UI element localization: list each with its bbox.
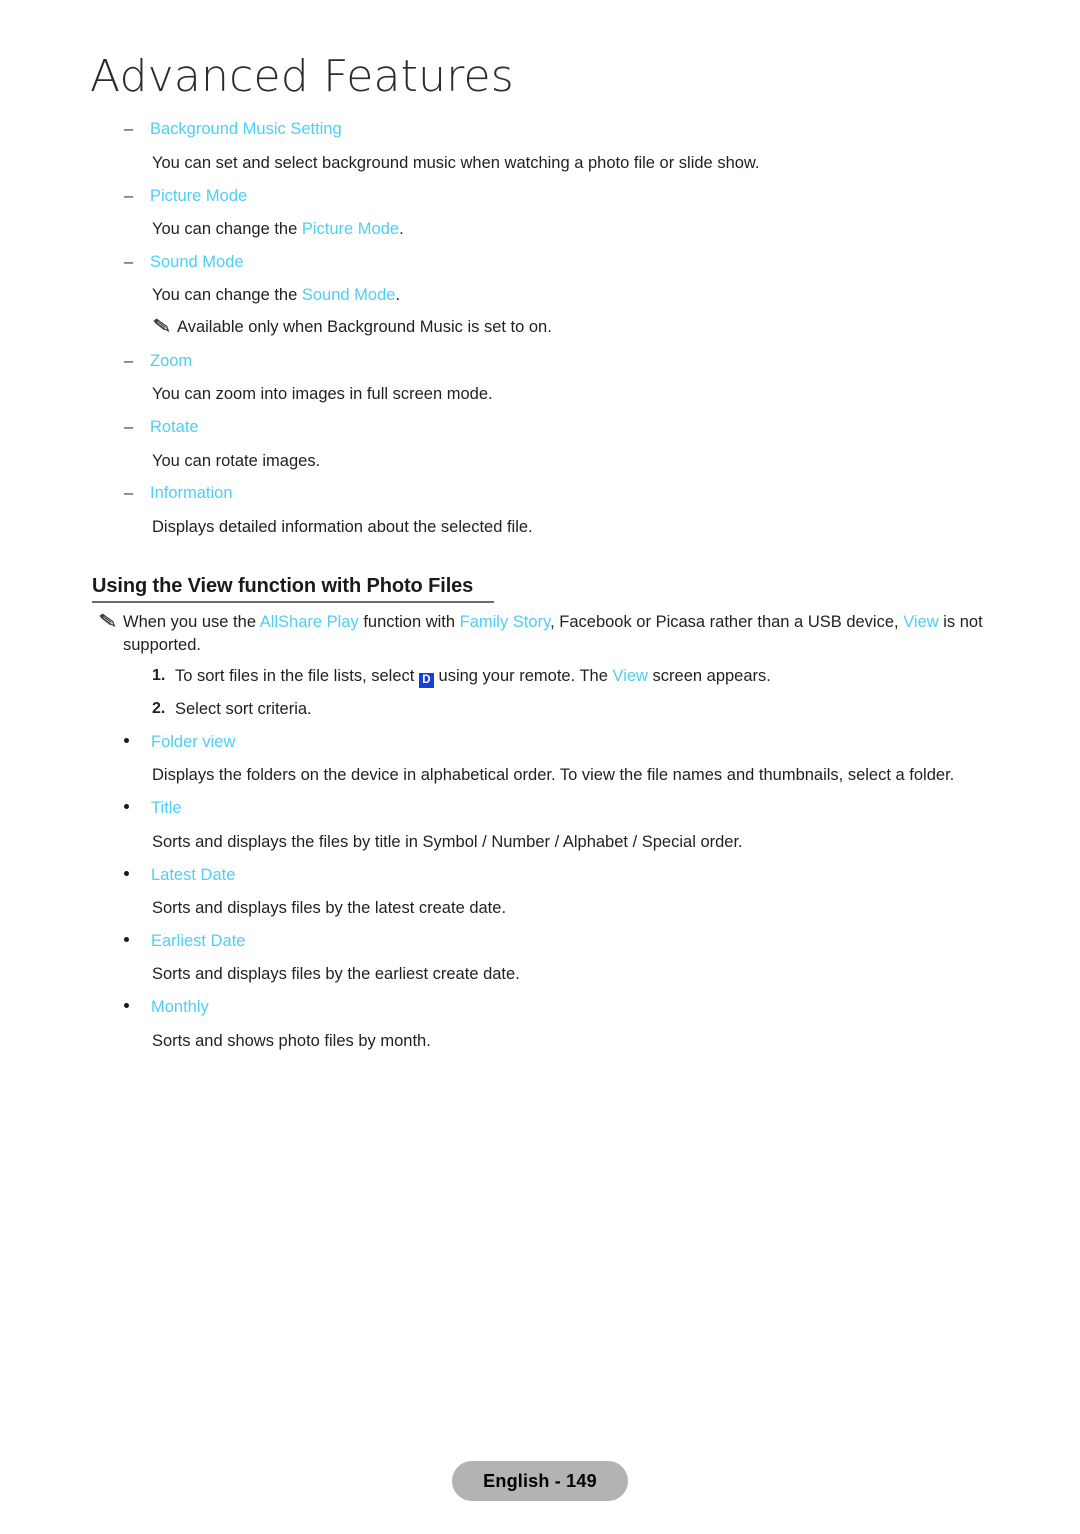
note-text: Available only when Background Music is … — [177, 318, 552, 336]
description-text: You can set and select background music … — [152, 154, 760, 172]
option-label: Sound Mode — [150, 253, 244, 271]
option-description: You can rotate images. — [152, 450, 320, 472]
description-term: Picture Mode — [301, 220, 400, 238]
bullet-dot-icon — [124, 937, 129, 942]
description-text: Sorts and displays files by the earliest… — [152, 965, 520, 983]
step-text: Select sort criteria. — [175, 698, 312, 720]
section-heading-divider — [92, 601, 494, 603]
description-text-after: . — [395, 286, 401, 304]
note-view-function: When you use the AllShare Play function … — [98, 611, 998, 657]
bullet-dot-icon — [124, 738, 129, 743]
sort-option-label: Folder view — [151, 733, 236, 751]
note-term-allshare-play: AllShare Play — [259, 613, 359, 631]
step-number: 1. — [152, 667, 166, 684]
note-sound-mode: Available only when Background Music is … — [152, 316, 852, 339]
step-text-middle: using your remote. The — [433, 667, 613, 685]
note-part-3: , Facebook or Picasa rather than a USB d… — [550, 613, 904, 631]
step-text-before: Select sort criteria. — [175, 700, 312, 718]
sort-option-description: Sorts and displays the files by title in… — [152, 831, 743, 853]
dash-bullet-icon: – — [124, 253, 134, 271]
description-text: Sorts and displays files by the latest c… — [152, 899, 507, 917]
note-part-2: function with — [358, 613, 460, 631]
sort-option-description: Sorts and displays files by the latest c… — [152, 897, 506, 919]
description-text: Sorts and shows photo files by month. — [152, 1032, 431, 1050]
pencil-icon — [98, 613, 118, 629]
step-text-after: screen appears. — [647, 667, 771, 685]
sort-option-description: Sorts and displays files by the earliest… — [152, 963, 520, 985]
description-text-after: . — [399, 220, 404, 238]
description-text: You can rotate images. — [152, 452, 321, 470]
note-text: When you use the AllShare Play function … — [123, 611, 998, 657]
option-label: Picture Mode — [150, 187, 248, 205]
option-label: Rotate — [150, 418, 199, 436]
bullet-dot-icon — [124, 1003, 129, 1008]
option-description: You can change the Picture Mode. — [152, 218, 404, 240]
manual-page: Advanced Features – Background Music Set… — [0, 0, 1080, 1534]
description-text: Displays the folders on the device in al… — [152, 766, 955, 784]
description-text: Displays detailed information about the … — [152, 518, 533, 536]
d-key-icon: D — [418, 673, 434, 688]
option-description: You can change the Sound Mode. — [152, 284, 400, 306]
page-footer-badge: English - 149 — [452, 1461, 628, 1501]
note-term-family-story: Family Story — [459, 613, 551, 631]
note-term-view: View — [903, 613, 939, 631]
step-text-before: To sort files in the file lists, select — [175, 667, 419, 685]
section-heading: Using the View function with Photo Files — [92, 575, 474, 597]
bullet-dot-icon — [124, 871, 129, 876]
option-description: You can set and select background music … — [152, 152, 760, 174]
option-label: Information — [150, 484, 233, 502]
dash-bullet-icon: – — [124, 484, 134, 502]
dash-bullet-icon: – — [124, 187, 134, 205]
description-text-before: You can change the — [152, 220, 302, 238]
description-text-before: You can change the — [152, 286, 302, 304]
option-description: Displays detailed information about the … — [152, 516, 533, 538]
note-part-1: When you use the — [123, 613, 260, 631]
page-title: Advanced Features — [90, 51, 514, 102]
dash-bullet-icon: – — [124, 418, 134, 436]
pencil-icon — [152, 318, 172, 334]
description-text: Sorts and displays the files by title in… — [152, 833, 743, 851]
step-text: To sort files in the file lists, select … — [175, 665, 771, 688]
description-text: You can zoom into images in full screen … — [152, 385, 493, 403]
sort-option-label: Monthly — [151, 998, 209, 1016]
option-label: Zoom — [150, 352, 193, 370]
sort-option-description: Sorts and shows photo files by month. — [152, 1030, 431, 1052]
sort-option-description: Displays the folders on the device in al… — [152, 764, 954, 786]
option-label: Background Music Setting — [150, 120, 342, 138]
option-description: You can zoom into images in full screen … — [152, 383, 493, 405]
step-term-view: View — [612, 667, 648, 685]
dash-bullet-icon: – — [124, 120, 134, 138]
sort-option-label: Earliest Date — [151, 932, 246, 950]
dash-bullet-icon: – — [124, 352, 134, 370]
sort-option-label: Title — [151, 799, 182, 817]
description-term: Sound Mode — [301, 286, 396, 304]
sort-option-label: Latest Date — [151, 866, 236, 884]
step-number: 2. — [152, 700, 166, 717]
bullet-dot-icon — [124, 804, 129, 809]
